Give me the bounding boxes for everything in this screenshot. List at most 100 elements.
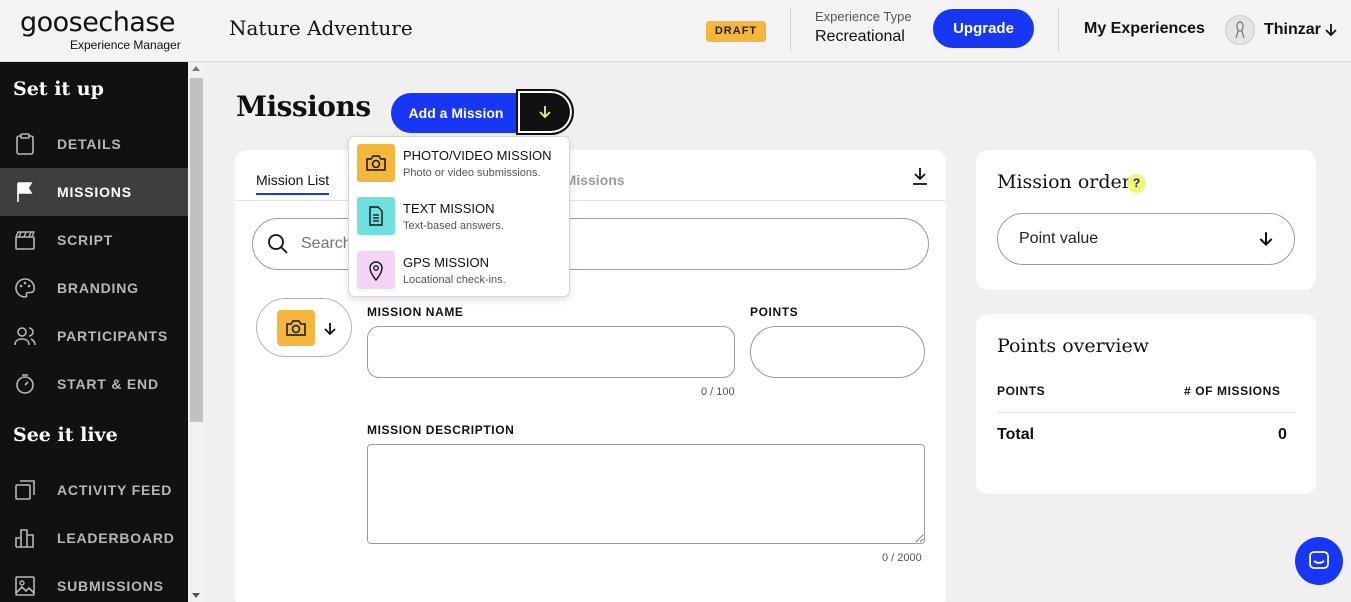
sidebar-item-leaderboard[interactable]: LEADERBOARD <box>0 514 188 562</box>
logo-subtitle: Experience Manager <box>70 38 181 52</box>
sidebar-item-activity-feed[interactable]: ACTIVITY FEED <box>0 466 188 514</box>
menu-item-text-mission[interactable]: TEXT MISSION Text-based answers. <box>349 190 569 242</box>
image-icon <box>15 576 35 596</box>
sidebar-item-label: DETAILS <box>57 136 122 152</box>
arrow-down-icon <box>324 323 336 336</box>
map-pin-icon <box>369 261 383 281</box>
sidebar-item-details[interactable]: DETAILS <box>0 120 188 168</box>
total-value: 0 <box>1278 426 1287 443</box>
scroll-down-icon[interactable] <box>192 593 200 598</box>
mission-description-label: MISSION DESCRIPTION <box>367 423 515 437</box>
missions-count-column-header: # OF MISSIONS <box>1184 384 1281 398</box>
mission-order-title: Mission order <box>997 171 1131 193</box>
sidebar-item-missions[interactable]: MISSIONS <box>0 168 188 216</box>
search-icon <box>268 234 288 254</box>
clipboard-icon <box>16 133 34 155</box>
user-avatar-icon <box>1235 21 1245 39</box>
logo-wordmark: goosechase <box>20 7 176 38</box>
mission-list-card: Mission List s Missions MISSION NAME 0 /… <box>235 150 946 602</box>
users-icon <box>14 327 36 346</box>
status-badge: DRAFT <box>706 21 766 42</box>
upgrade-button[interactable]: Upgrade <box>933 9 1034 48</box>
bar-chart-icon <box>15 529 34 548</box>
scroll-up-icon[interactable] <box>192 66 200 71</box>
feed-icon <box>15 480 35 500</box>
stopwatch-icon <box>16 374 34 394</box>
menu-item-title: GPS MISSION <box>403 255 489 270</box>
points-divider <box>997 412 1295 413</box>
sidebar-item-branding[interactable]: BRANDING <box>0 264 188 312</box>
experience-type-value: Recreational <box>815 28 905 45</box>
sidebar-item-label: START & END <box>57 376 159 392</box>
sidebar-item-label: SCRIPT <box>57 232 114 248</box>
menu-item-description: Text-based answers. <box>403 220 504 232</box>
mission-order-value: Point value <box>1019 230 1099 247</box>
mission-description-counter: 0 / 2000 <box>882 552 922 564</box>
document-icon <box>369 206 383 226</box>
sidebar-item-label: PARTICIPANTS <box>57 328 168 344</box>
mission-type-badge <box>277 310 315 346</box>
menu-item-description: Locational check-ins. <box>403 274 506 286</box>
mission-name-input[interactable] <box>367 326 735 378</box>
gps-mission-badge <box>357 251 395 289</box>
points-column-header: POINTS <box>997 384 1046 398</box>
sidebar-item-label: MISSIONS <box>57 184 132 200</box>
arrow-down-icon[interactable] <box>1324 22 1338 38</box>
photo-video-badge <box>357 144 395 182</box>
sidebar-section-setup: Set it up <box>13 78 104 100</box>
header-divider <box>1058 8 1059 52</box>
points-overview-title: Points overview <box>997 335 1150 357</box>
mission-description-textarea[interactable] <box>367 444 925 544</box>
mission-name-label: MISSION NAME <box>367 305 464 319</box>
experience-type-label: Experience Type <box>815 9 912 24</box>
add-mission-dropdown-toggle[interactable] <box>516 89 574 135</box>
points-label: POINTS <box>750 305 799 319</box>
sidebar-item-label: LEADERBOARD <box>57 530 175 546</box>
header-divider <box>790 8 791 52</box>
menu-item-photo-video-mission[interactable]: PHOTO/VIDEO MISSION Photo or video submi… <box>349 137 569 189</box>
menu-item-title: PHOTO/VIDEO MISSION <box>403 148 552 163</box>
username[interactable]: Thinzar <box>1264 21 1321 39</box>
mission-name-counter: 0 / 100 <box>701 386 735 398</box>
mission-type-select[interactable] <box>256 298 352 357</box>
points-overview-card: Points overview POINTS # OF MISSIONS Tot… <box>976 314 1316 494</box>
clapperboard-icon <box>15 231 36 250</box>
avatar[interactable] <box>1225 15 1255 45</box>
help-icon[interactable]: ? <box>1127 174 1146 193</box>
sidebar-item-label: SUBMISSIONS <box>57 578 164 594</box>
sidebar-item-script[interactable]: SCRIPT <box>0 216 188 264</box>
experience-title: Nature Adventure <box>229 16 413 40</box>
mission-order-select[interactable]: Point value <box>997 213 1295 265</box>
flag-icon <box>17 182 33 202</box>
chat-support-button[interactable] <box>1295 537 1343 585</box>
download-icon[interactable] <box>910 166 930 186</box>
top-header: goosechase Experience Manager Nature Adv… <box>0 0 1351 62</box>
my-experiences-link[interactable]: My Experiences <box>1084 20 1205 38</box>
sidebar-section-live: See it live <box>13 424 118 446</box>
total-label: Total <box>997 426 1035 443</box>
sidebar-item-submissions[interactable]: SUBMISSIONS <box>0 562 188 602</box>
add-mission-button[interactable]: Add a Mission <box>391 93 521 133</box>
text-mission-badge <box>357 197 395 235</box>
sidebar-item-start-end[interactable]: START & END <box>0 360 188 408</box>
arrow-down-icon <box>1259 232 1273 247</box>
sidebar: Set it up DETAILS MISSIONS SCRIPT BRANDI… <box>0 62 188 602</box>
sidebar-item-label: BRANDING <box>57 280 139 296</box>
sidebar-scrollbar[interactable] <box>188 62 205 602</box>
points-input[interactable] <box>750 326 925 378</box>
sidebar-item-label: ACTIVITY FEED <box>57 482 173 498</box>
arrow-down-icon <box>539 106 551 119</box>
tabs-divider <box>235 200 946 201</box>
chat-icon <box>1309 551 1329 569</box>
scrollbar-thumb[interactable] <box>190 78 203 422</box>
add-mission-menu: PHOTO/VIDEO MISSION Photo or video submi… <box>348 136 570 297</box>
goosechase-logo[interactable]: goosechase Experience Manager <box>20 7 182 53</box>
camera-icon <box>286 320 306 336</box>
tab-mission-list[interactable]: Mission List <box>256 172 330 195</box>
menu-item-gps-mission[interactable]: GPS MISSION Locational check-ins. <box>349 244 569 296</box>
menu-item-title: TEXT MISSION <box>403 201 495 216</box>
sidebar-item-participants[interactable]: PARTICIPANTS <box>0 312 188 360</box>
page-title: Missions <box>236 90 371 123</box>
menu-item-description: Photo or video submissions. <box>403 167 541 179</box>
camera-icon <box>366 155 386 171</box>
